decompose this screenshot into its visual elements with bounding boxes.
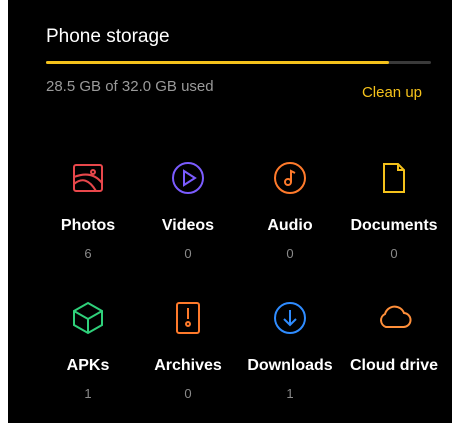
category-archives[interactable]: Archives 0 [136, 300, 240, 410]
category-label: APKs [66, 357, 110, 374]
storage-used-text: 28.5 GB of 32.0 GB used [46, 78, 214, 95]
storage-card: Phone storage 28.5 GB of 32.0 GB used Cl… [8, 0, 452, 423]
category-label: Videos [161, 217, 215, 234]
category-count: 1 [286, 386, 294, 401]
category-label: Cloud drive [349, 357, 438, 374]
category-count: 0 [286, 246, 294, 261]
storage-progress-bar [46, 61, 431, 64]
storage-progress-fill [46, 61, 389, 64]
category-count: 6 [84, 246, 92, 261]
category-grid: Photos 6 Videos 0 Audio 0 Documents 0 AP… [8, 160, 452, 410]
category-photos[interactable]: Photos 6 [36, 160, 140, 270]
category-count: 0 [184, 246, 192, 261]
clean-up-button[interactable]: Clean up [362, 84, 422, 101]
archive-icon [170, 300, 206, 336]
category-label: Audio [267, 217, 313, 234]
category-videos[interactable]: Videos 0 [136, 160, 240, 270]
download-icon [272, 300, 308, 336]
category-count: 0 [184, 386, 192, 401]
category-label: Photos [60, 217, 116, 234]
category-downloads[interactable]: Downloads 1 [238, 300, 342, 410]
storage-title: Phone storage [46, 26, 170, 47]
category-cloud-drive[interactable]: Cloud drive [342, 300, 446, 410]
category-label: Archives [154, 357, 222, 374]
music-note-icon [272, 160, 308, 196]
category-audio[interactable]: Audio 0 [238, 160, 342, 270]
category-apks[interactable]: APKs 1 [36, 300, 140, 410]
category-count: 0 [390, 246, 398, 261]
category-label: Documents [350, 217, 438, 234]
image-icon [70, 160, 106, 196]
category-count: 1 [84, 386, 92, 401]
document-icon [376, 160, 412, 196]
category-documents[interactable]: Documents 0 [342, 160, 446, 270]
cloud-icon [376, 300, 412, 336]
package-cube-icon [70, 300, 106, 336]
play-icon [170, 160, 206, 196]
category-label: Downloads [247, 357, 333, 374]
